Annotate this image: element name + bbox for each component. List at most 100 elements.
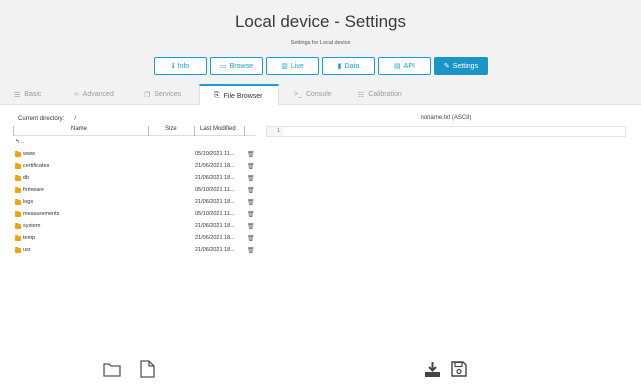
- column-divider[interactable]: [148, 126, 149, 136]
- tab-label: Basic: [24, 91, 42, 98]
- file-row[interactable]: db 21/06/2021 18... 🗑: [13, 174, 256, 185]
- tab-label: File Browser: [223, 92, 263, 100]
- trash-icon[interactable]: 🗑: [247, 211, 255, 218]
- page-subtitle: Settings for Local device: [290, 40, 351, 46]
- file-date: 21/06/2021 18...: [195, 163, 235, 169]
- file-table-header: Name Size Last Modified: [13, 126, 256, 136]
- nav-label: Settings: [452, 62, 479, 70]
- tab-file-browser[interactable]: ⎘ File Browser: [199, 84, 279, 106]
- file-date: 05/10/2021 11...: [195, 151, 235, 157]
- tab-console[interactable]: >_ Console: [280, 84, 342, 105]
- page-title: Local device - Settings: [234, 12, 407, 31]
- column-size[interactable]: Size: [165, 126, 177, 136]
- nav-label: API: [403, 62, 415, 70]
- file-name: www: [23, 151, 35, 157]
- nav-live-button[interactable]: ▥ Live: [266, 57, 319, 75]
- column-last-modified[interactable]: Last Modified: [200, 126, 236, 136]
- nav-settings-button[interactable]: ✎ Settings: [434, 57, 488, 75]
- folder-icon: [15, 235, 21, 241]
- sliders-icon: ☷: [358, 91, 365, 99]
- trash-icon[interactable]: 🗑: [247, 163, 255, 170]
- folder-icon: [15, 175, 21, 181]
- save-icon[interactable]: [451, 361, 467, 377]
- nav-label: Live: [290, 62, 304, 70]
- file-row[interactable]: certificates 21/06/2021 18... 🗑: [13, 162, 256, 173]
- info-icon: ℹ: [171, 63, 175, 70]
- terminal-icon: >_: [294, 91, 302, 98]
- folder-icon: [15, 151, 21, 157]
- file-row[interactable]: www 05/10/2021 11... 🗑: [13, 150, 256, 161]
- nav-label: Data: [344, 62, 360, 70]
- copy-icon: ⎘: [214, 92, 220, 99]
- file-date: 05/10/2021 11...: [195, 211, 235, 217]
- nav-label: Info: [177, 62, 190, 70]
- folder-icon: [15, 187, 21, 193]
- tab-label: Services: [154, 91, 182, 98]
- parent-directory-row[interactable]: ↰ ..: [13, 138, 256, 149]
- file-row[interactable]: firmware 05/10/2021 11... 🗑: [13, 186, 256, 197]
- file-row[interactable]: logs 21/06/2021 18... 🗑: [13, 198, 256, 209]
- trash-icon[interactable]: 🗑: [247, 247, 255, 254]
- file-row[interactable]: temp 21/06/2021 18... 🗑: [13, 234, 256, 245]
- chart-icon: ▥: [281, 63, 288, 70]
- trash-icon[interactable]: 🗑: [247, 235, 255, 242]
- trash-icon[interactable]: 🗑: [247, 175, 255, 182]
- file-row[interactable]: system 21/06/2021 18... 🗑: [13, 222, 256, 233]
- file-name: logs: [23, 199, 34, 205]
- parent-directory-label: ..: [21, 139, 25, 145]
- folder-icon: [15, 163, 21, 169]
- folder-icon: [15, 247, 21, 253]
- nav-browse-button[interactable]: ▭ Browse: [210, 57, 263, 75]
- tab-label: Console: [305, 91, 332, 98]
- nav-api-button[interactable]: ▤ API: [378, 57, 431, 75]
- wrench-icon: ✎: [443, 63, 450, 70]
- tab-calibration[interactable]: ☷ Calibration: [344, 84, 424, 105]
- file-name: temp: [23, 235, 36, 241]
- file-date: 21/06/2021 18...: [195, 199, 235, 205]
- file-name: usr: [23, 247, 31, 253]
- line-number-gutter: 1: [267, 127, 283, 136]
- download-icon[interactable]: [424, 361, 441, 378]
- file-date: 05/10/2021 11...: [195, 187, 235, 193]
- trash-icon[interactable]: 🗑: [247, 187, 255, 194]
- trash-icon[interactable]: 🗑: [247, 223, 255, 230]
- file-date: 21/06/2021 18...: [195, 247, 235, 253]
- file-name: system: [23, 223, 41, 229]
- file-row[interactable]: measurements 05/10/2021 11... 🗑: [13, 210, 256, 221]
- text-editor[interactable]: 1: [266, 126, 626, 137]
- file-name: measurements: [23, 211, 60, 217]
- file-date: 21/06/2021 18...: [195, 175, 235, 181]
- list-icon: ☰: [14, 91, 21, 99]
- file-icon: ▮: [337, 63, 342, 70]
- folder-open-icon: ▭: [220, 63, 227, 70]
- nav-data-button[interactable]: ▮ Data: [322, 57, 375, 75]
- file-name: db: [23, 175, 30, 181]
- editor-filename: noname.txt (ASCII): [420, 115, 472, 121]
- nav-info-button[interactable]: ℹ Info: [154, 57, 207, 75]
- file-row[interactable]: usr 21/06/2021 18... 🗑: [13, 246, 256, 257]
- column-name[interactable]: Name: [71, 126, 87, 136]
- column-divider[interactable]: [194, 126, 195, 136]
- tab-basic[interactable]: ☰ Basic: [0, 84, 60, 105]
- new-file-icon[interactable]: [140, 360, 155, 378]
- column-divider: [13, 126, 14, 136]
- code-icon: ‹›: [74, 91, 79, 98]
- trash-icon[interactable]: 🗑: [247, 151, 255, 158]
- tab-label: Advanced: [82, 91, 114, 98]
- folder-icon: [15, 223, 21, 229]
- settings-tabs: ☰ Basic ‹› Advanced ❐ Services ⎘ File Br…: [0, 84, 641, 106]
- column-divider[interactable]: [244, 126, 245, 136]
- tab-advanced[interactable]: ‹› Advanced: [60, 84, 130, 105]
- current-directory: Current directory: /: [18, 116, 76, 122]
- file-name: certificates: [23, 163, 50, 169]
- file-date: 21/06/2021 18...: [195, 223, 235, 229]
- tab-services[interactable]: ❐ Services: [130, 84, 198, 105]
- folder-icon: [15, 199, 21, 205]
- tab-label: Calibration: [368, 91, 402, 98]
- current-directory-value: /: [74, 116, 77, 122]
- nav-label: Browse: [229, 62, 253, 70]
- new-folder-icon[interactable]: [103, 362, 121, 377]
- trash-icon[interactable]: 🗑: [247, 199, 255, 206]
- api-icon: ▤: [394, 63, 401, 70]
- services-icon: ❐: [144, 91, 151, 99]
